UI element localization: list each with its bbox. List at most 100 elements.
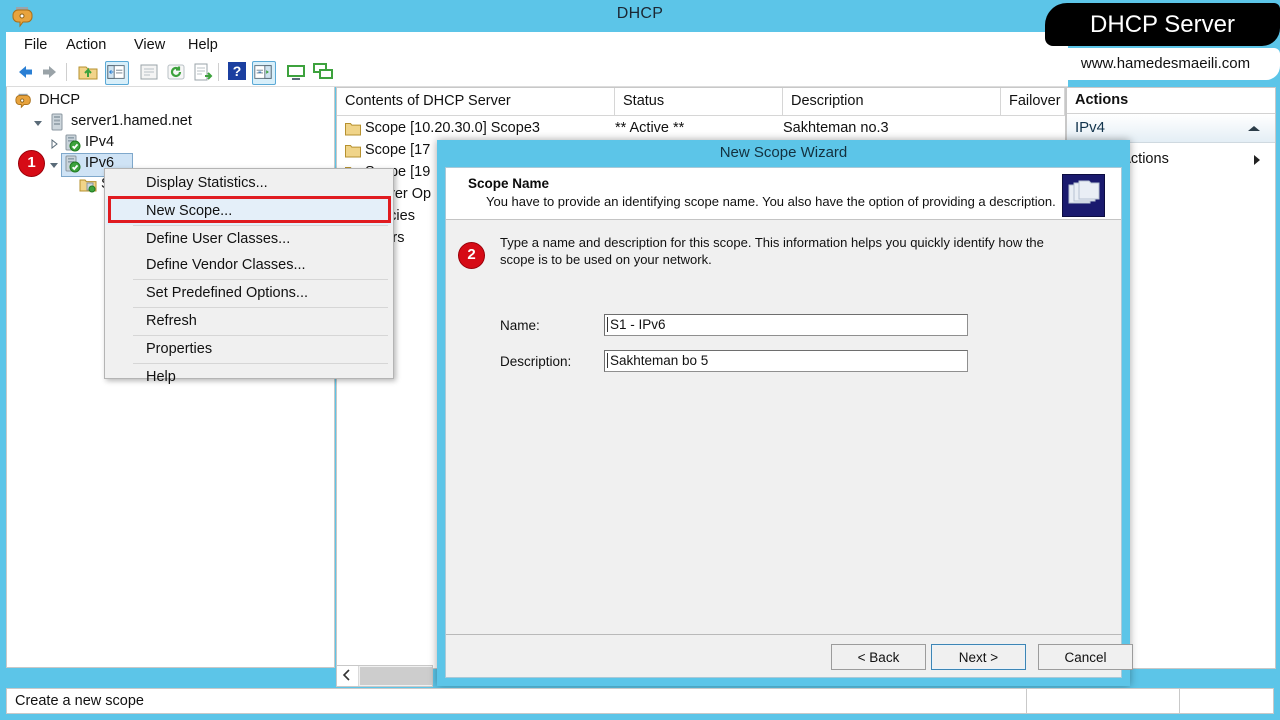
name-label: Name: bbox=[500, 318, 540, 333]
statusbar-divider bbox=[1179, 689, 1180, 713]
help-icon[interactable]: ? bbox=[227, 61, 249, 83]
menu-separator bbox=[133, 225, 388, 226]
expanded-twisty-icon bbox=[34, 121, 42, 126]
text-caret bbox=[607, 353, 608, 368]
menu-item-define-user-classes[interactable]: Define User Classes... bbox=[106, 227, 392, 253]
tree-node-label: DHCP bbox=[39, 92, 81, 108]
column-header-failover[interactable]: Failover bbox=[1001, 88, 1065, 115]
dialog-title: New Scope Wizard bbox=[719, 144, 848, 161]
menu-item-label: Set Predefined Options... bbox=[146, 285, 309, 301]
column-header-status[interactable]: Status bbox=[615, 88, 783, 115]
menu-item-label: Refresh bbox=[146, 313, 197, 329]
menu-item-properties[interactable]: Properties bbox=[106, 337, 392, 363]
dialog-titlebar: New Scope Wizard bbox=[437, 140, 1130, 167]
new-window-icon[interactable] bbox=[285, 61, 307, 83]
menu-item-refresh[interactable]: Refresh bbox=[106, 309, 392, 335]
actions-pane-title: Actions bbox=[1067, 88, 1275, 114]
form-row-description: Description: Sakhteman bo 5 bbox=[446, 350, 1121, 374]
watermark-headline-banner: DHCP Server bbox=[1045, 3, 1280, 46]
column-label: Failover bbox=[1009, 93, 1061, 109]
cell-status: ** Active ** bbox=[615, 120, 685, 136]
scope-icon bbox=[79, 179, 97, 193]
properties-icon[interactable] bbox=[138, 61, 160, 83]
scrollbar-thumb[interactable] bbox=[360, 667, 432, 685]
menu-item-define-vendor-classes[interactable]: Define Vendor Classes... bbox=[106, 253, 392, 279]
sidebar-item-label: IPv4 bbox=[85, 134, 115, 150]
back-icon[interactable] bbox=[14, 61, 36, 83]
folder-icon bbox=[345, 145, 361, 158]
dialog-header: Scope Name You have to provide an identi… bbox=[446, 168, 1121, 220]
next-button-label: Next > bbox=[958, 650, 999, 665]
menu-view[interactable]: View bbox=[128, 36, 171, 54]
up-one-level-icon[interactable] bbox=[77, 61, 99, 83]
show-hide-console-tree-icon[interactable] bbox=[105, 61, 129, 85]
column-label: Description bbox=[791, 93, 864, 109]
svg-text:?: ? bbox=[233, 63, 242, 79]
watermark-url: www.hamedesmaeili.com bbox=[1080, 55, 1251, 72]
tree-node-label: server1.hamed.net bbox=[71, 113, 192, 129]
back-button[interactable]: < Back bbox=[831, 644, 926, 670]
menu-separator bbox=[133, 279, 388, 280]
scroll-left-icon[interactable] bbox=[337, 666, 359, 686]
server-icon bbox=[51, 113, 63, 131]
column-label: Status bbox=[623, 93, 665, 109]
scope-name-input[interactable]: S1 - IPv6 bbox=[604, 314, 968, 336]
ipv4-icon bbox=[65, 134, 81, 152]
toolbar-separator bbox=[66, 63, 67, 81]
menu-separator bbox=[133, 335, 388, 336]
cell-name: Scope [10.20.30.0] Scope3 bbox=[365, 120, 540, 136]
list-horizontal-scrollbar[interactable] bbox=[336, 665, 433, 687]
ipv6-icon bbox=[65, 155, 81, 173]
scope-description-input[interactable]: Sakhteman bo 5 bbox=[604, 350, 968, 372]
actions-title-label: Actions bbox=[1075, 92, 1129, 108]
export-list-icon[interactable] bbox=[192, 61, 214, 83]
dialog-body: Scope Name You have to provide an identi… bbox=[445, 167, 1133, 678]
menu-item-label: Properties bbox=[146, 341, 213, 357]
menu-item-set-predefined-options[interactable]: Set Predefined Options... bbox=[106, 281, 392, 307]
scope-wizard-folders-icon bbox=[1062, 174, 1105, 217]
watermark-headline: DHCP Server bbox=[1090, 11, 1235, 38]
dialog-header-subtitle: You have to provide an identifying scope… bbox=[486, 194, 1056, 209]
column-header-contents[interactable]: Contents of DHCP Server bbox=[337, 88, 615, 115]
callout-badge-2: 2 bbox=[458, 242, 485, 269]
menu-item-label: Define Vendor Classes... bbox=[146, 257, 306, 273]
chevron-right-icon bbox=[1254, 155, 1260, 165]
new-scope-highlight-box bbox=[108, 196, 391, 223]
toolbar: ? bbox=[6, 58, 1068, 87]
menu-item-label: Help bbox=[146, 369, 176, 385]
menu-help[interactable]: Help bbox=[182, 36, 224, 54]
actions-group-label: IPv4 bbox=[1075, 119, 1106, 136]
toolbar-separator bbox=[218, 63, 219, 81]
dialog-header-title: Scope Name bbox=[468, 176, 550, 191]
dhcp-root-icon bbox=[15, 93, 31, 109]
show-hide-action-pane-icon[interactable] bbox=[252, 61, 276, 85]
description-label: Description: bbox=[500, 354, 572, 369]
callout-number: 1 bbox=[27, 154, 36, 171]
menubar: File Action View Help bbox=[6, 32, 1068, 58]
cell-name: Scope [17 bbox=[365, 142, 431, 158]
callout-number: 2 bbox=[467, 246, 476, 263]
menu-action[interactable]: Action bbox=[60, 36, 112, 54]
dhcp-console-window: DHCP File Action View Help ? DHCP server… bbox=[0, 0, 1280, 720]
new-scope-wizard-dialog: New Scope Wizard Scope Name You have to … bbox=[437, 140, 1133, 686]
next-button[interactable]: Next > bbox=[931, 644, 1026, 670]
cancel-button-label: Cancel bbox=[1064, 650, 1107, 665]
scope-name-value: S1 - IPv6 bbox=[610, 317, 666, 332]
column-header-description[interactable]: Description bbox=[783, 88, 1001, 115]
refresh-icon[interactable] bbox=[165, 61, 187, 83]
cancel-button[interactable]: Cancel bbox=[1038, 644, 1133, 670]
table-row[interactable]: Scope [10.20.30.0] Scope3 ** Active ** S… bbox=[337, 118, 1065, 140]
actions-group-ipv4[interactable]: IPv4 bbox=[1067, 114, 1275, 143]
menu-file[interactable]: File bbox=[18, 36, 53, 54]
watermark-url-banner: www.hamedesmaeili.com bbox=[1051, 48, 1280, 80]
forward-icon[interactable] bbox=[39, 61, 61, 83]
menu-item-help[interactable]: Help bbox=[106, 365, 392, 391]
chevron-up-icon[interactable] bbox=[1247, 124, 1261, 134]
scope-name-instruction: Type a name and description for this sco… bbox=[500, 235, 1044, 267]
cell-description: Sakhteman no.3 bbox=[783, 120, 889, 136]
statusbar: Create a new scope bbox=[6, 688, 1274, 714]
new-window-from-here-icon[interactable] bbox=[312, 61, 334, 83]
menu-separator bbox=[133, 363, 388, 364]
menu-separator bbox=[133, 307, 388, 308]
menu-item-display-statistics[interactable]: Display Statistics... bbox=[106, 171, 392, 197]
